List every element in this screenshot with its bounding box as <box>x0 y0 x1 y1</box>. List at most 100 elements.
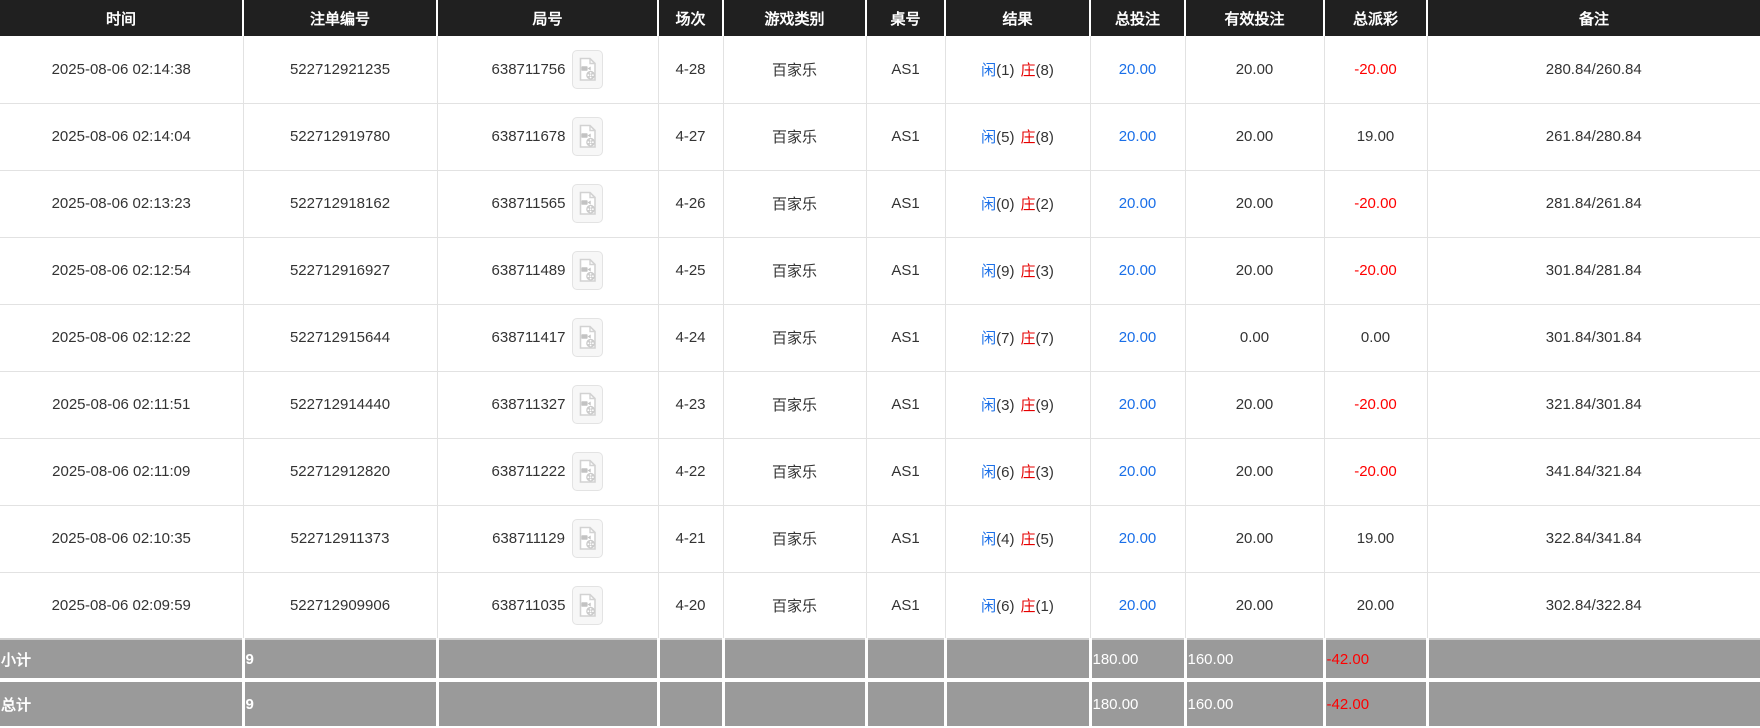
result-player-score: (4) <box>996 531 1015 548</box>
video-replay-button[interactable] <box>572 452 604 491</box>
video-replay-button[interactable] <box>571 519 603 558</box>
cell-remark: 322.84/341.84 <box>1427 505 1760 573</box>
cell-session: 4-28 <box>658 36 724 104</box>
column-header: 有效投注 <box>1185 0 1325 36</box>
cell-session: 4-21 <box>658 505 724 573</box>
table-body: 2025-08-06 02:14:38 522712921235 6387117… <box>0 36 1760 640</box>
result-banker-label: 庄 <box>1020 263 1036 280</box>
cell-remark: 341.84/321.84 <box>1427 438 1760 506</box>
cell-time: 2025-08-06 02:11:51 <box>0 371 244 439</box>
cell-total-bet: 20.00 <box>1090 371 1186 439</box>
cell-total-bet: 20.00 <box>1090 572 1186 640</box>
cell-session: 4-23 <box>658 371 724 439</box>
subtotal-empty-table <box>866 638 947 680</box>
video-replay-button[interactable] <box>572 251 604 290</box>
cell-session: 4-26 <box>658 170 724 238</box>
total-label: 总计 <box>0 678 245 726</box>
subtotal-label: 小计 <box>0 638 245 680</box>
cell-time: 2025-08-06 02:09:59 <box>0 572 244 640</box>
cell-game-type: 百家乐 <box>723 170 867 238</box>
cell-valid-bet: 20.00 <box>1185 572 1325 640</box>
result-banker-score: (8) <box>1035 61 1054 79</box>
cell-result: 闲(4) 庄(5) <box>945 505 1091 573</box>
video-replay-button[interactable] <box>572 49 604 89</box>
cell-remark: 302.84/322.84 <box>1427 572 1760 640</box>
result-banker-label: 庄 <box>1020 464 1036 481</box>
result-banker-label: 庄 <box>1020 129 1036 146</box>
subtotal-empty-round <box>437 638 660 680</box>
cell-remark: 261.84/280.84 <box>1427 103 1760 171</box>
cell-round-no: 638711129 <box>437 505 659 573</box>
result-player-score: (1) <box>996 61 1015 79</box>
table-row: 2025-08-06 02:11:09 522712912820 6387112… <box>0 438 1760 506</box>
total-empty-round <box>437 678 660 726</box>
cell-valid-bet: 20.00 <box>1185 505 1325 573</box>
cell-game-type: 百家乐 <box>723 572 867 640</box>
result-player-label: 闲 <box>981 397 997 414</box>
cell-table-no: AS1 <box>866 103 946 171</box>
cell-total-payout: 19.00 <box>1324 103 1428 171</box>
cell-table-no: AS1 <box>866 36 946 104</box>
video-replay-button[interactable] <box>572 184 604 223</box>
total-empty-result <box>945 678 1092 726</box>
video-replay-icon <box>580 459 597 483</box>
video-replay-icon <box>580 124 597 148</box>
cell-remark: 301.84/281.84 <box>1427 237 1760 305</box>
column-header: 备注 <box>1427 0 1760 36</box>
total-total-bet: 180.00 <box>1090 678 1187 726</box>
cell-session: 4-27 <box>658 103 724 171</box>
result-banker-label: 庄 <box>1020 61 1036 79</box>
table-row: 2025-08-06 02:11:51 522712914440 6387113… <box>0 371 1760 439</box>
result-banker-score: (9) <box>1035 397 1054 414</box>
table-header-row: 时间 注单编号 局号 场次 游戏类别 桌号 结果 总投注 有效投注 总派彩 备注 <box>0 0 1760 36</box>
cell-result: 闲(6) 庄(3) <box>945 438 1091 506</box>
cell-game-type: 百家乐 <box>723 438 867 506</box>
cell-round-no: 638711035 <box>437 572 659 640</box>
cell-total-bet: 20.00 <box>1090 36 1186 104</box>
cell-table-no: AS1 <box>866 170 946 238</box>
subtotal-count: 9 <box>243 638 439 680</box>
cell-total-bet: 20.00 <box>1090 170 1186 238</box>
table-row: 2025-08-06 02:13:23 522712918162 6387115… <box>0 170 1760 238</box>
cell-total-payout: 0.00 <box>1324 304 1428 372</box>
column-header: 总投注 <box>1090 0 1186 36</box>
table-row: 2025-08-06 02:14:38 522712921235 6387117… <box>0 36 1760 104</box>
cell-round-no: 638711222 <box>437 438 659 506</box>
cell-valid-bet: 0.00 <box>1185 304 1325 372</box>
cell-time: 2025-08-06 02:12:22 <box>0 304 244 372</box>
cell-bet-no: 522712914440 <box>243 371 438 439</box>
total-empty-game <box>723 678 868 726</box>
column-header: 场次 <box>658 0 724 36</box>
video-replay-button[interactable] <box>572 585 604 625</box>
video-replay-icon <box>580 57 597 81</box>
column-header: 桌号 <box>866 0 946 36</box>
video-replay-icon <box>580 325 597 349</box>
video-replay-icon <box>580 593 597 617</box>
result-banker-score: (8) <box>1035 129 1054 146</box>
round-no-text: 638711417 <box>491 329 566 346</box>
result-player-label: 闲 <box>981 531 997 548</box>
cell-bet-no: 522712916927 <box>243 237 438 305</box>
result-player-label: 闲 <box>981 129 997 146</box>
video-replay-button[interactable] <box>572 385 604 424</box>
result-banker-score: (3) <box>1035 263 1054 280</box>
video-replay-button[interactable] <box>572 318 604 357</box>
cell-total-payout: -20.00 <box>1324 237 1428 305</box>
cell-total-payout: -20.00 <box>1324 36 1428 104</box>
cell-remark: 301.84/301.84 <box>1427 304 1760 372</box>
result-banker-label: 庄 <box>1020 196 1036 213</box>
total-row: 总计 9 180.00 160.00 -42.00 <box>0 678 1760 726</box>
cell-table-no: AS1 <box>866 371 946 439</box>
cell-game-type: 百家乐 <box>723 103 867 171</box>
total-empty-table <box>866 678 947 726</box>
result-banker-score: (3) <box>1035 464 1054 481</box>
round-no-text: 638711035 <box>491 596 566 614</box>
cell-valid-bet: 20.00 <box>1185 237 1325 305</box>
cell-remark: 280.84/260.84 <box>1427 36 1760 104</box>
subtotal-row: 小计 9 180.00 160.00 -42.00 <box>0 638 1760 680</box>
round-no-text: 638711565 <box>491 195 566 212</box>
video-replay-button[interactable] <box>572 117 604 156</box>
cell-total-payout: -20.00 <box>1324 170 1428 238</box>
subtotal-empty-session <box>658 638 725 680</box>
cell-table-no: AS1 <box>866 572 946 640</box>
